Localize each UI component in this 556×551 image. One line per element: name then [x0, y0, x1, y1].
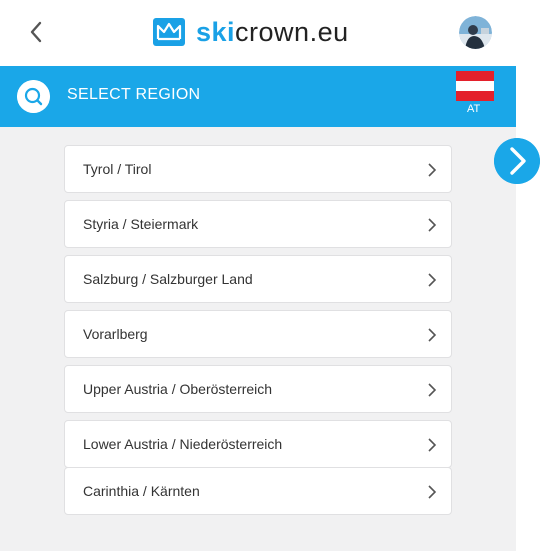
region-label: Salzburg / Salzburger Land — [83, 271, 253, 287]
region-item-carinthia[interactable]: Carinthia / Kärnten — [64, 467, 452, 515]
region-list: Tyrol / Tirol Styria / Steiermark Salzbu… — [0, 127, 516, 551]
search-icon[interactable] — [17, 80, 50, 113]
skicrown-logo[interactable]: skicrown.eu — [152, 12, 349, 52]
chevron-right-icon — [428, 163, 437, 177]
select-region-title: SELECT REGION — [67, 86, 201, 103]
region-label: Tyrol / Tirol — [83, 161, 152, 177]
chevron-right-icon — [428, 438, 437, 452]
chevron-right-icon — [428, 383, 437, 397]
user-avatar[interactable] — [459, 16, 492, 49]
logo-ski-text: ski — [196, 16, 236, 47]
region-item-styria[interactable]: Styria / Steiermark — [64, 200, 452, 248]
region-label: Styria / Steiermark — [83, 216, 199, 232]
region-item-lower-austria[interactable]: Lower Austria / Niederösterreich — [64, 420, 452, 468]
region-item-vorarlberg[interactable]: Vorarlberg — [64, 310, 452, 358]
region-bar: SELECT REGION AT — [0, 66, 516, 127]
chevron-right-icon — [428, 328, 437, 342]
app-screen: skicrown.eu SELECT REGION AT Tyrol / Tir… — [0, 0, 516, 551]
region-label: Vorarlberg — [83, 326, 148, 342]
top-header: skicrown.eu — [0, 0, 516, 66]
chevron-right-icon — [428, 485, 437, 499]
country-code-label: AT — [467, 103, 481, 115]
region-item-salzburg[interactable]: Salzburg / Salzburger Land — [64, 255, 452, 303]
logo-wordmark: skicrown.eu — [196, 17, 349, 48]
region-item-tyrol[interactable]: Tyrol / Tirol — [64, 145, 452, 193]
crown-logo-icon — [153, 18, 185, 46]
region-item-upper-austria[interactable]: Upper Austria / Oberösterreich — [64, 365, 452, 413]
next-chevron-button[interactable] — [494, 138, 540, 184]
region-label: Carinthia / Kärnten — [83, 483, 200, 499]
logo-domain-text: crown.eu — [235, 16, 349, 47]
chevron-right-icon — [428, 218, 437, 232]
back-chevron-icon[interactable] — [24, 18, 48, 46]
region-label: Lower Austria / Niederösterreich — [83, 436, 283, 452]
chevron-right-icon — [428, 273, 437, 287]
region-label: Upper Austria / Oberösterreich — [83, 381, 273, 397]
austria-flag-icon[interactable] — [456, 71, 494, 101]
